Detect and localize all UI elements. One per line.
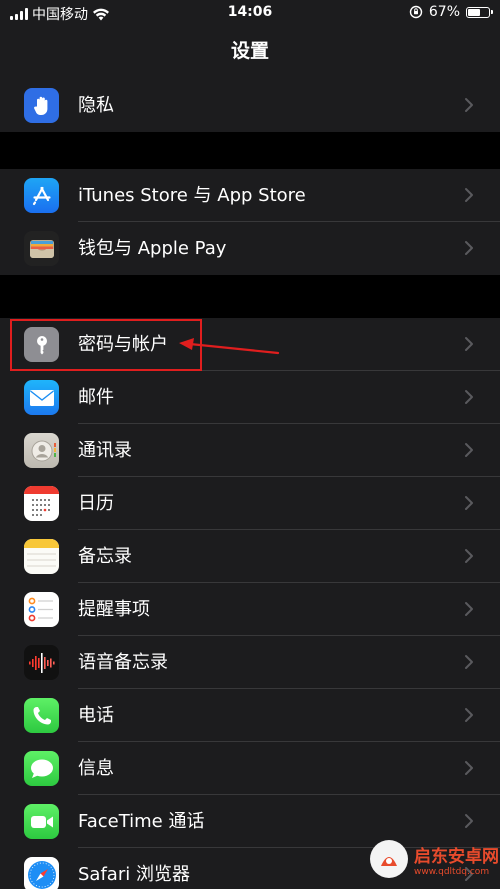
settings-row-wallet[interactable]: 钱包与 Apple Pay [0, 222, 500, 275]
wallet-icon [24, 231, 59, 266]
chevron-right-icon [465, 390, 473, 404]
settings-row-label: 提醒事项 [78, 599, 150, 620]
annotation-arrow-icon [179, 338, 280, 355]
app-store-icon [24, 178, 59, 213]
settings-row-label: 日历 [78, 493, 114, 514]
settings-row-privacy[interactable]: 隐私 [0, 79, 500, 132]
watermark-url: www.qdltdq.com [414, 866, 490, 877]
chevron-right-icon [465, 188, 473, 202]
top-bar: 中国移动 14:06 67% 设置 [0, 0, 500, 79]
battery-percent: 67% [428, 4, 460, 20]
settings-row-label: 电话 [78, 705, 114, 726]
settings-row-messages[interactable]: 信息 [0, 742, 500, 795]
settings-row-notes[interactable]: 备忘录 [0, 530, 500, 583]
watermark: 启东安卓网 www.qdltdq.com [350, 829, 500, 889]
phone-icon [24, 698, 59, 733]
chevron-right-icon [465, 241, 473, 255]
settings-row-label: 邮件 [78, 387, 114, 408]
chevron-right-icon [465, 337, 473, 351]
chevron-right-icon [465, 708, 473, 722]
battery-icon [466, 6, 493, 18]
settings-group-apps: 密码与帐户 邮件 通讯录 日历 备忘录 提醒事项 语音备忘录 电话 信息 Fac… [0, 318, 500, 889]
settings-row-label: 语音备忘录 [78, 652, 168, 673]
settings-row-label: 备忘录 [78, 546, 132, 567]
watermark-logo-icon [370, 840, 408, 878]
settings-row-label: Safari 浏览器 [78, 864, 190, 885]
settings-row-reminders[interactable]: 提醒事项 [0, 583, 500, 636]
watermark-name: 启东安卓网 [414, 846, 499, 867]
settings-group-privacy: 隐私 [0, 79, 500, 132]
calendar-icon [24, 486, 59, 521]
settings-row-label: 钱包与 Apple Pay [78, 238, 227, 259]
settings-row-app-store[interactable]: iTunes Store 与 App Store [0, 169, 500, 222]
notes-icon [24, 539, 59, 574]
chevron-right-icon [465, 98, 473, 112]
mail-icon [24, 380, 59, 415]
safari-icon [24, 857, 59, 889]
messages-icon [24, 751, 59, 786]
page-title: 设置 [230, 40, 269, 62]
chevron-right-icon [465, 814, 473, 828]
settings-row-label: 通讯录 [78, 440, 132, 461]
facetime-icon [24, 804, 59, 839]
status-bar: 中国移动 14:06 67% [0, 0, 500, 26]
chevron-right-icon [465, 602, 473, 616]
contacts-icon [24, 433, 59, 468]
settings-row-calendar[interactable]: 日历 [0, 477, 500, 530]
chevron-right-icon [465, 443, 473, 457]
chevron-right-icon [465, 655, 473, 669]
chevron-right-icon [465, 496, 473, 510]
watermark-text: 启东安卓网 www.qdltdq.com [414, 842, 499, 877]
settings-row-mail[interactable]: 邮件 [0, 371, 500, 424]
settings-row-label: FaceTime 通话 [78, 811, 205, 832]
voice-memos-icon [24, 645, 59, 680]
chevron-right-icon [465, 549, 473, 563]
hand-icon [24, 88, 59, 123]
orientation-lock-icon [409, 5, 423, 19]
settings-row-phone[interactable]: 电话 [0, 689, 500, 742]
settings-row-label: 信息 [78, 758, 114, 779]
settings-row-label: iTunes Store 与 App Store [78, 185, 306, 206]
settings-row-contacts[interactable]: 通讯录 [0, 424, 500, 477]
status-right: 67% [409, 4, 493, 20]
settings-screen: 中国移动 14:06 67% 设置 隐私 iTunes Store 与 App … [0, 0, 500, 889]
chevron-right-icon [465, 761, 473, 775]
settings-group-stores: iTunes Store 与 App Store 钱包与 Apple Pay [0, 169, 500, 275]
settings-row-label: 隐私 [78, 95, 114, 116]
settings-row-voice-memos[interactable]: 语音备忘录 [0, 636, 500, 689]
reminders-icon [24, 592, 59, 627]
